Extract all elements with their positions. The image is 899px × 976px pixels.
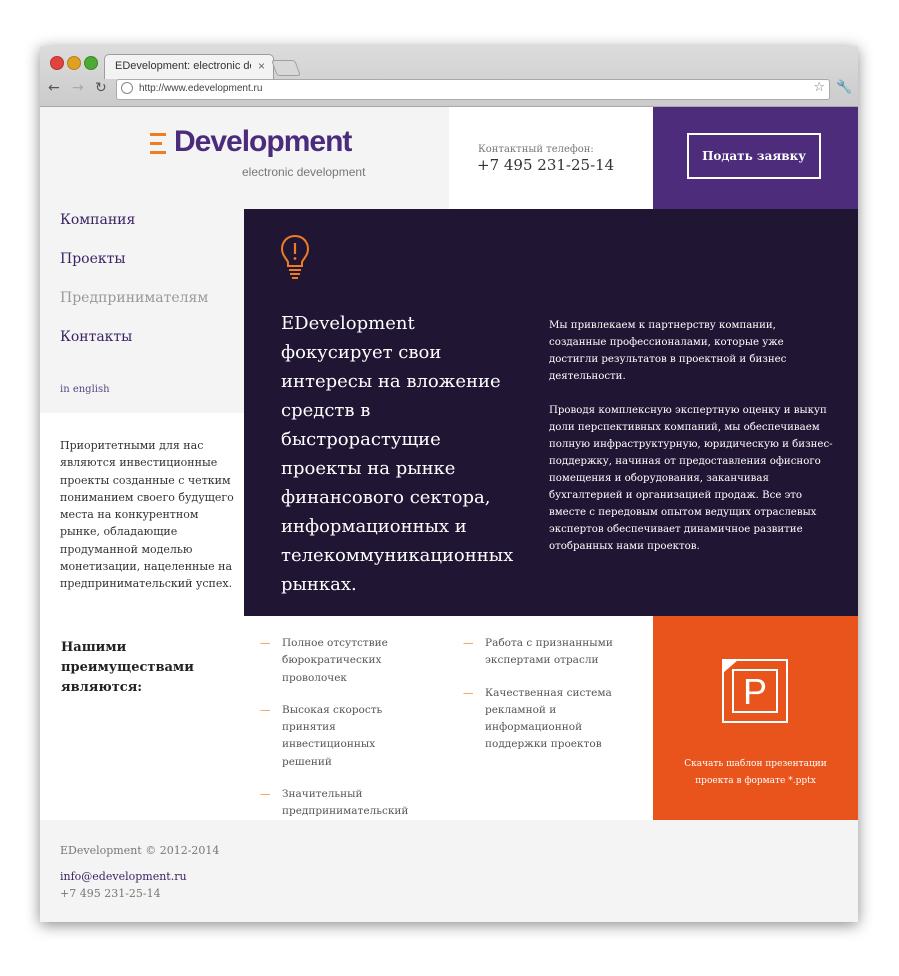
advantages-title: Нашими преимуществами являются: — [61, 640, 194, 695]
contact-label: Контактный телефон: — [478, 144, 594, 155]
browser-chrome: EDevelopment: electronic development × ←… — [40, 46, 858, 107]
download-template-block[interactable]: P Скачать шаблон презентации проекта в ф… — [653, 616, 858, 820]
globe-icon — [121, 82, 133, 94]
language-link[interactable]: in english — [60, 384, 110, 395]
advantage-item: — Полное отсутствие бюрократических прово… — [260, 635, 410, 687]
logo-text[interactable]: Development — [174, 125, 352, 159]
wrench-icon[interactable]: 🔧 — [836, 80, 852, 95]
hero-heading: EDevelopment фокусирует свои интересы на… — [281, 313, 514, 595]
advantage-item: — Качественная система рекламной и информ… — [463, 685, 623, 754]
cta-area: Подать заявку — [653, 107, 858, 209]
tab-title: EDevelopment: electronic development — [115, 60, 251, 72]
reload-icon[interactable]: ↻ — [95, 80, 107, 96]
footer-email-link[interactable]: info@edevelopment.ru — [60, 870, 187, 883]
hero-description: Мы привлекаем к партнерству компании, со… — [549, 317, 834, 555]
browser-tab[interactable]: EDevelopment: electronic development × — [104, 54, 274, 79]
logo-area: Development electronic development — [40, 107, 449, 209]
nav-item-entrepreneurs[interactable]: Предпринимателям — [60, 290, 208, 306]
hero-section: EDevelopment фокусирует свои интересы на… — [244, 209, 858, 616]
nav-item-contacts[interactable]: Контакты — [60, 329, 132, 345]
advantages-column: — Работа с признанными экспертами отрасли… — [463, 635, 623, 769]
submit-request-button[interactable]: Подать заявку — [687, 133, 821, 179]
contact-block: Контактный телефон: +7 495 231-25-14 — [449, 107, 653, 209]
new-tab-button[interactable] — [271, 60, 301, 76]
page-content: Development electronic development Конта… — [40, 107, 858, 922]
tab-close-icon[interactable]: × — [258, 59, 265, 73]
dash-bullet: — — [260, 788, 271, 801]
bookmark-star-icon[interactable]: ☆ — [813, 80, 825, 95]
advantage-item: — Работа с признанными экспертами отрасли — [463, 635, 623, 670]
nav-item-projects[interactable]: Проекты — [60, 251, 126, 267]
powerpoint-icon[interactable]: P — [722, 659, 788, 723]
advantage-item: — Высокая скорость принятия инвестиционны… — [260, 702, 410, 771]
nav-item-company[interactable]: Компания — [60, 212, 135, 228]
maximize-window-button[interactable] — [84, 56, 98, 70]
logo-e-icon[interactable] — [150, 133, 170, 155]
powerpoint-letter: P — [743, 671, 767, 712]
footer-phone: +7 495 231-25-14 — [60, 887, 161, 900]
contact-phone: +7 495 231-25-14 — [477, 156, 615, 174]
dash-bullet: — — [260, 703, 271, 716]
back-arrow-icon[interactable]: ← — [48, 80, 60, 96]
dash-bullet: — — [463, 686, 474, 699]
minimize-window-button[interactable] — [67, 56, 81, 70]
download-link[interactable]: Скачать шаблон презентации проекта в фор… — [673, 756, 838, 790]
hero-paragraph: Проводя комплексную экспертную оценку и … — [549, 405, 833, 552]
dash-bullet: — — [260, 637, 271, 649]
browser-window: EDevelopment: electronic development × ←… — [40, 46, 858, 922]
close-window-button[interactable] — [50, 56, 64, 70]
lightbulb-icon — [280, 234, 310, 279]
address-bar[interactable]: http://www.edevelopment.ru ☆ — [116, 79, 830, 100]
advantage-text: Полное отсутствие бюрократических провол… — [282, 637, 388, 684]
hero-paragraph: Мы привлекаем к партнерству компании, со… — [549, 320, 787, 382]
advantage-text: Качественная система рекламной и информа… — [485, 686, 612, 751]
intro-text: Приоритетными для нас являются инвестици… — [60, 439, 234, 591]
advantage-text: Высокая скорость принятия инвестиционных… — [282, 703, 383, 768]
logo-subtitle: electronic development — [242, 165, 366, 179]
url-text[interactable]: http://www.edevelopment.ru — [139, 83, 262, 94]
dash-bullet: — — [463, 637, 474, 649]
footer: EDevelopment © 2012-2014 info@edevelopme… — [40, 820, 858, 922]
sidebar: Компания Проекты Предпринимателям Контак… — [40, 209, 244, 413]
copyright: EDevelopment © 2012-2014 — [60, 844, 220, 857]
forward-arrow-icon[interactable]: → — [72, 80, 84, 96]
advantage-text: Работа с признанными экспертами отрасли — [485, 637, 613, 667]
